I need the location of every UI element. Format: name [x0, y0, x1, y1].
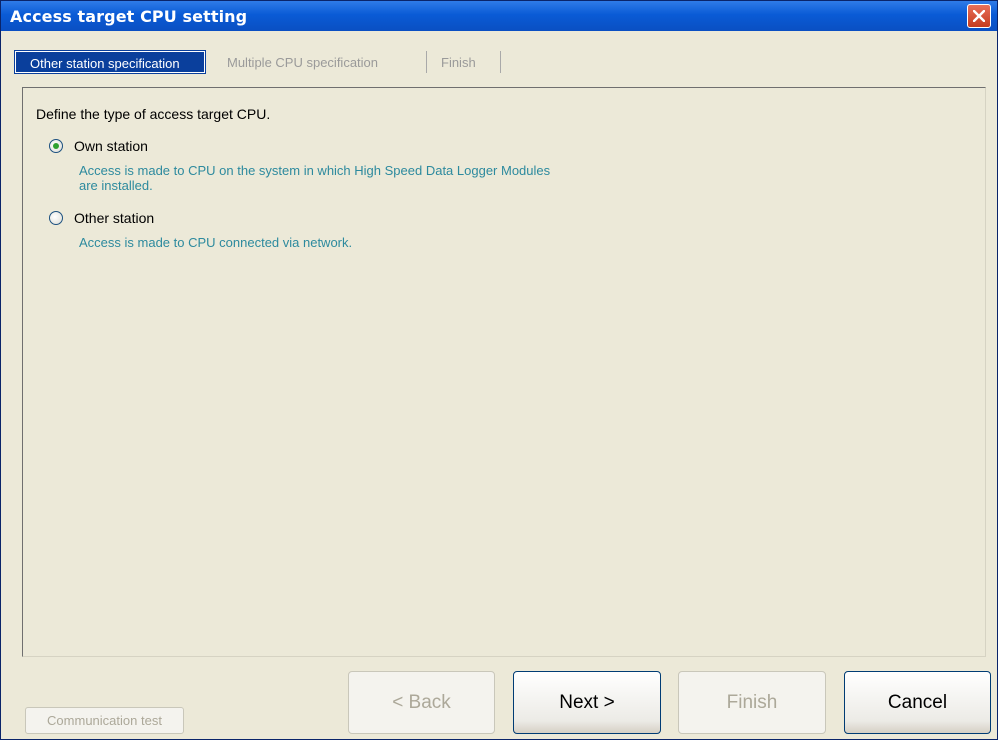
cancel-button[interactable]: Cancel [844, 671, 991, 734]
close-button[interactable] [967, 4, 991, 28]
own-station-radio-option[interactable]: Own station [49, 138, 148, 154]
tab-multiple-cpu-specification[interactable]: Multiple CPU specification [205, 51, 427, 73]
own-station-label: Own station [74, 138, 148, 154]
own-station-radio[interactable] [49, 139, 63, 153]
tab-other-station-specification[interactable]: Other station specification [14, 50, 206, 74]
title-bar: Access target CPU setting [1, 1, 997, 31]
other-station-label: Other station [74, 210, 155, 226]
tab-finish[interactable]: Finish [427, 51, 501, 73]
wizard-tabs: Other station specification Multiple CPU… [1, 49, 997, 74]
dialog-window: Access target CPU setting Other station … [0, 0, 998, 740]
content-panel: Define the type of access target CPU. Ow… [22, 87, 986, 657]
next-button[interactable]: Next > [513, 671, 661, 734]
dialog-title: Access target CPU setting [10, 7, 248, 26]
finish-button[interactable]: Finish [678, 671, 826, 734]
other-station-description: Access is made to CPU connected via netw… [79, 235, 353, 250]
own-station-description: Access is made to CPU on the system in w… [79, 163, 550, 193]
own-station-description-line2: are installed. [79, 178, 153, 193]
own-station-description-line1: Access is made to CPU on the system in w… [79, 163, 551, 178]
communication-test-button[interactable]: Communication test [25, 707, 184, 734]
close-icon [973, 10, 985, 22]
other-station-radio[interactable] [49, 211, 63, 225]
other-station-radio-option[interactable]: Other station [49, 210, 154, 226]
back-button[interactable]: < Back [348, 671, 495, 734]
instruction-text: Define the type of access target CPU. [36, 106, 271, 122]
